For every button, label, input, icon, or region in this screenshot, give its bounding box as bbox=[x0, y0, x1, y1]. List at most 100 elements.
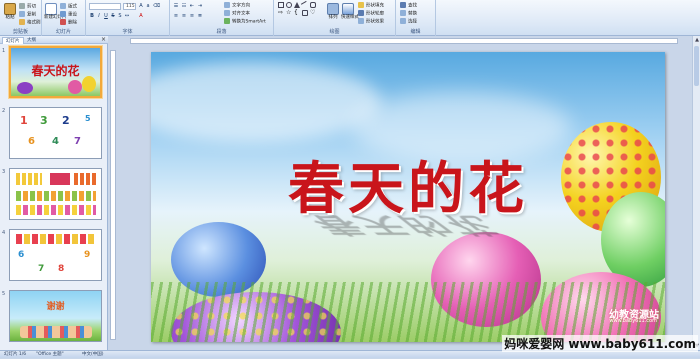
font-color-icon[interactable]: A bbox=[138, 13, 144, 19]
slides-group: 新建幻灯片 版式 重设 删除 幻灯片 bbox=[42, 0, 86, 36]
pane-tabs: 幻灯片 大纲 × bbox=[0, 36, 108, 44]
spacing-icon[interactable]: ↔ bbox=[124, 13, 130, 19]
new-slide-button[interactable]: 新建幻灯片 bbox=[44, 3, 67, 21]
triangle-shape-icon[interactable] bbox=[294, 2, 300, 8]
new-slide-icon bbox=[45, 3, 57, 15]
text-direction-icon bbox=[224, 2, 230, 8]
thumb-title: 谢谢 bbox=[46, 302, 65, 312]
paragraph-group: ☰ ☷ ⇤ ⇥ ≡ ≡ ≡ ≣ 文字方向 对齐文本 转换为SmartArt 段落 bbox=[170, 0, 274, 36]
slide-number: 2 bbox=[2, 108, 6, 114]
delete-slide-button[interactable]: 删除 bbox=[60, 19, 77, 27]
flower-grid-icon bbox=[16, 191, 96, 201]
replace-button[interactable]: 替换 bbox=[400, 10, 417, 18]
editing-group-label: 编辑 bbox=[410, 29, 421, 35]
underline-icon[interactable]: U bbox=[103, 13, 109, 19]
shape-effects-button[interactable]: 形状效果 bbox=[358, 18, 384, 26]
align-text-icon bbox=[224, 10, 230, 16]
site-logo: 幼教资源站 www.baby611.com bbox=[577, 306, 659, 328]
align-text-button[interactable]: 对齐文本 bbox=[224, 10, 250, 18]
thumb-number: 1 bbox=[20, 114, 28, 127]
thumb-number: 6 bbox=[18, 250, 25, 260]
scroll-up-icon[interactable]: ▲ bbox=[693, 36, 700, 44]
layout-button[interactable]: 版式 bbox=[60, 3, 77, 11]
drawing-group-label: 绘图 bbox=[329, 29, 340, 35]
slide-canvas[interactable]: 春天的花 春天的花 幼教资源站 www.baby611.com bbox=[151, 52, 665, 342]
bullets-icon[interactable]: ☰ bbox=[173, 3, 179, 9]
drawing-group: ⇨ ☆ { ♡ 排列 快速样式 形状填充 形状轮廓 形状效果 绘图 bbox=[274, 0, 396, 36]
thumb-number: 9 bbox=[84, 250, 91, 260]
rounded-rect-shape-icon[interactable] bbox=[310, 2, 316, 8]
bold-icon[interactable]: B bbox=[89, 13, 95, 19]
strikethrough-icon[interactable]: S bbox=[110, 13, 116, 19]
format-painter-button[interactable]: 格式刷 bbox=[19, 19, 41, 27]
smartart-button[interactable]: 转换为SmartArt bbox=[224, 18, 266, 26]
paste-button[interactable]: 粘贴 bbox=[3, 3, 17, 21]
slide-thumbnail-4[interactable]: 6 7 8 9 bbox=[9, 229, 102, 281]
effects-icon bbox=[358, 18, 364, 24]
rectangle-shape-icon[interactable] bbox=[278, 2, 284, 8]
layout-icon bbox=[60, 3, 66, 9]
star-shape-icon[interactable]: ☆ bbox=[286, 10, 292, 16]
reset-button[interactable]: 重设 bbox=[60, 11, 77, 19]
egg-decoration-icon bbox=[68, 80, 82, 94]
thumb-number: 2 bbox=[62, 114, 70, 127]
slide-number: 4 bbox=[2, 230, 6, 236]
thumb-number: 7 bbox=[38, 264, 45, 274]
italic-icon[interactable]: I bbox=[96, 13, 102, 19]
slide-thumbnail-2[interactable]: 1 3 2 5 6 4 7 bbox=[9, 107, 102, 159]
shrink-font-icon[interactable]: a bbox=[145, 3, 151, 9]
font-size-combo[interactable]: 115 bbox=[123, 3, 136, 10]
align-right-icon[interactable]: ≡ bbox=[189, 13, 195, 19]
arrange-button[interactable]: 排列 bbox=[326, 3, 340, 21]
heart-shape-icon[interactable]: ♡ bbox=[310, 10, 316, 16]
tab-slides[interactable]: 幻灯片 bbox=[2, 37, 24, 44]
grow-font-icon[interactable]: A bbox=[138, 3, 144, 9]
copy-button[interactable]: 复制 bbox=[19, 11, 36, 19]
binoculars-icon bbox=[400, 2, 406, 8]
arrow-shape-icon[interactable]: ⇨ bbox=[278, 10, 284, 16]
font-group: 115 A a ⌫ B I U S S ↔ A 字体 bbox=[86, 0, 170, 36]
text-direction-button[interactable]: 文字方向 bbox=[224, 2, 250, 10]
clear-format-icon[interactable]: ⌫ bbox=[153, 3, 160, 9]
slide-thumbnail-5[interactable]: 谢谢 bbox=[9, 290, 102, 342]
egg-decoration-icon bbox=[82, 76, 96, 92]
tab-outline[interactable]: 大纲 bbox=[24, 37, 39, 44]
vertical-scrollbar[interactable]: ▲ ▼ bbox=[692, 36, 700, 350]
line-shape-icon[interactable] bbox=[300, 0, 310, 10]
brace-shape-icon[interactable]: { bbox=[294, 10, 300, 16]
cut-button[interactable]: 剪切 bbox=[19, 3, 36, 11]
numbering-icon[interactable]: ☷ bbox=[181, 3, 187, 9]
align-center-icon[interactable]: ≡ bbox=[181, 13, 187, 19]
quick-styles-icon bbox=[342, 3, 354, 15]
align-left-icon[interactable]: ≡ bbox=[173, 13, 179, 19]
slide-editor: 春天的花 春天的花 幼教资源站 www.baby611.com ▲ ▼ bbox=[108, 36, 700, 350]
shadow-icon[interactable]: S bbox=[117, 13, 123, 19]
slide-thumbnail-1[interactable]: 春天的花 bbox=[9, 46, 102, 98]
arrange-icon bbox=[327, 3, 339, 15]
quick-styles-button[interactable]: 快速样式 bbox=[341, 3, 359, 21]
oval-shape-icon[interactable] bbox=[286, 2, 292, 8]
shape-fill-button[interactable]: 形状填充 bbox=[358, 2, 384, 10]
shape-outline-button[interactable]: 形状轮廓 bbox=[358, 10, 384, 18]
thumbnail-list: 1 春天的花 2 1 3 2 5 6 4 7 3 4 6 7 8 9 5 谢谢 bbox=[0, 44, 108, 350]
shapes-gallery[interactable]: ⇨ ☆ { ♡ bbox=[278, 0, 322, 26]
clipboard-icon bbox=[4, 3, 16, 15]
thumb-number: 8 bbox=[58, 264, 65, 274]
flower-grid-icon bbox=[50, 173, 70, 185]
justify-icon[interactable]: ≣ bbox=[197, 13, 203, 19]
slide-number: 1 bbox=[2, 48, 6, 54]
scroll-thumb[interactable] bbox=[694, 46, 699, 86]
increase-indent-icon[interactable]: ⇥ bbox=[197, 3, 203, 9]
slide-thumbnail-3[interactable] bbox=[9, 168, 102, 220]
callout-shape-icon[interactable] bbox=[302, 10, 308, 16]
ribbon: 粘贴 剪切 复制 格式刷 剪贴板 新建幻灯片 版式 重设 删除 幻灯片 115 … bbox=[0, 0, 700, 36]
slides-group-label: 幻灯片 bbox=[55, 29, 71, 35]
decrease-indent-icon[interactable]: ⇤ bbox=[189, 3, 195, 9]
font-group-label: 字体 bbox=[122, 29, 133, 35]
find-button[interactable]: 查找 bbox=[400, 2, 417, 10]
close-pane-icon[interactable]: × bbox=[101, 36, 106, 44]
select-button[interactable]: 选择 bbox=[400, 18, 417, 26]
thumb-number: 5 bbox=[85, 114, 91, 123]
slide-number: 5 bbox=[2, 291, 6, 297]
font-name-combo[interactable] bbox=[89, 3, 121, 10]
